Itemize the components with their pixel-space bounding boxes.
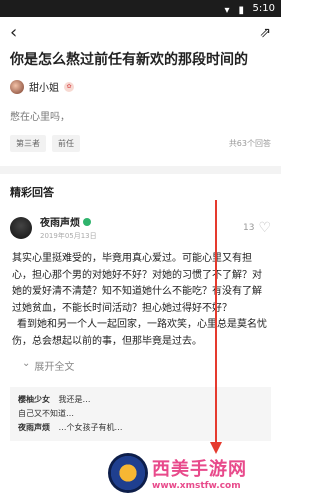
status-bar: ▾ ▮ 5:10: [0, 0, 281, 17]
status-time: 5:10: [252, 3, 275, 14]
comment-user[interactable]: 樱柚少女: [18, 395, 50, 404]
comment-user[interactable]: 夜雨声烦: [18, 423, 50, 432]
answer-date: 2019年05月13日: [40, 232, 97, 240]
tags-row: 第三者 前任 共63个回答: [0, 123, 281, 152]
answer-author-name[interactable]: 夜雨声烦: [40, 214, 80, 229]
comment-text: 自己又不知道…: [18, 409, 74, 418]
like-count: 13: [242, 222, 255, 233]
comments-preview[interactable]: 樱柚少女 我还是… 自己又不知道… 夜雨声烦 …个女孩子有机…: [10, 387, 271, 441]
avatar[interactable]: [10, 79, 24, 94]
question-description: 憋在心里吗，: [10, 112, 70, 123]
answer-author[interactable]: 夜雨声烦: [40, 214, 97, 229]
question-author[interactable]: 甜小姐 ✿: [0, 69, 281, 94]
expand-label: 展开全文: [34, 362, 75, 373]
tag-item[interactable]: 前任: [52, 135, 80, 152]
answer-meta: 夜雨声烦 2019年05月13日: [40, 214, 97, 241]
level-badge-icon: ✿: [64, 81, 74, 92]
comment-text: …个女孩子有机…: [58, 423, 123, 432]
comment-text: 我还是…: [58, 395, 91, 404]
section-title: 精彩回答: [10, 186, 54, 199]
share-icon[interactable]: ⇗: [259, 25, 271, 41]
comment-item: 夜雨声烦 …个女孩子有机…: [18, 421, 263, 435]
answer-body: 其实心里挺难受的，毕竟用真心爱过。可能心里又有担心，担心那个男的对她好不好？对她…: [0, 241, 281, 350]
section-divider: [0, 166, 281, 174]
avatar[interactable]: [10, 216, 32, 239]
author-name[interactable]: 甜小姐: [29, 79, 59, 94]
answer-header: 夜雨声烦 2019年05月13日 13 ♡: [0, 200, 281, 241]
expand-button[interactable]: ⌄ 展开全文: [0, 350, 281, 373]
watermark: 西美手游网 www.xmstfw.com: [108, 452, 278, 494]
question-title: 你是怎么熬过前任有新欢的那段时间的: [10, 52, 248, 68]
battery-icon: ▮: [238, 4, 245, 16]
watermark-logo-icon: [108, 453, 148, 493]
verified-icon: [83, 217, 91, 226]
tag-item[interactable]: 第三者: [10, 135, 46, 152]
watermark-url: www.xmstfw.com: [152, 481, 241, 491]
answer-paragraph: 看到她和另一个人一起回家，一路欢笑，心里总是莫名忧伤，总会想起以前的事，但那毕竟…: [12, 319, 267, 347]
wifi-icon: ▾: [224, 4, 230, 16]
chevron-down-icon: ⌄: [22, 358, 31, 369]
back-icon[interactable]: ‹: [10, 24, 17, 42]
heart-icon[interactable]: ♡: [258, 220, 271, 236]
like-button[interactable]: 13 ♡: [243, 220, 271, 236]
top-bar: ‹ ⇗: [0, 17, 281, 49]
comment-item: 樱柚少女 我还是…: [18, 393, 263, 407]
watermark-text: 西美手游网: [152, 459, 247, 480]
comment-item: 自己又不知道…: [18, 407, 263, 421]
annotation-arrow-line: [215, 200, 217, 450]
answer-paragraph: 其实心里挺难受的，毕竟用真心爱过。可能心里又有担心，担心那个男的对她好不好？对她…: [12, 253, 262, 314]
answers-count: 共63个回答: [228, 139, 271, 148]
